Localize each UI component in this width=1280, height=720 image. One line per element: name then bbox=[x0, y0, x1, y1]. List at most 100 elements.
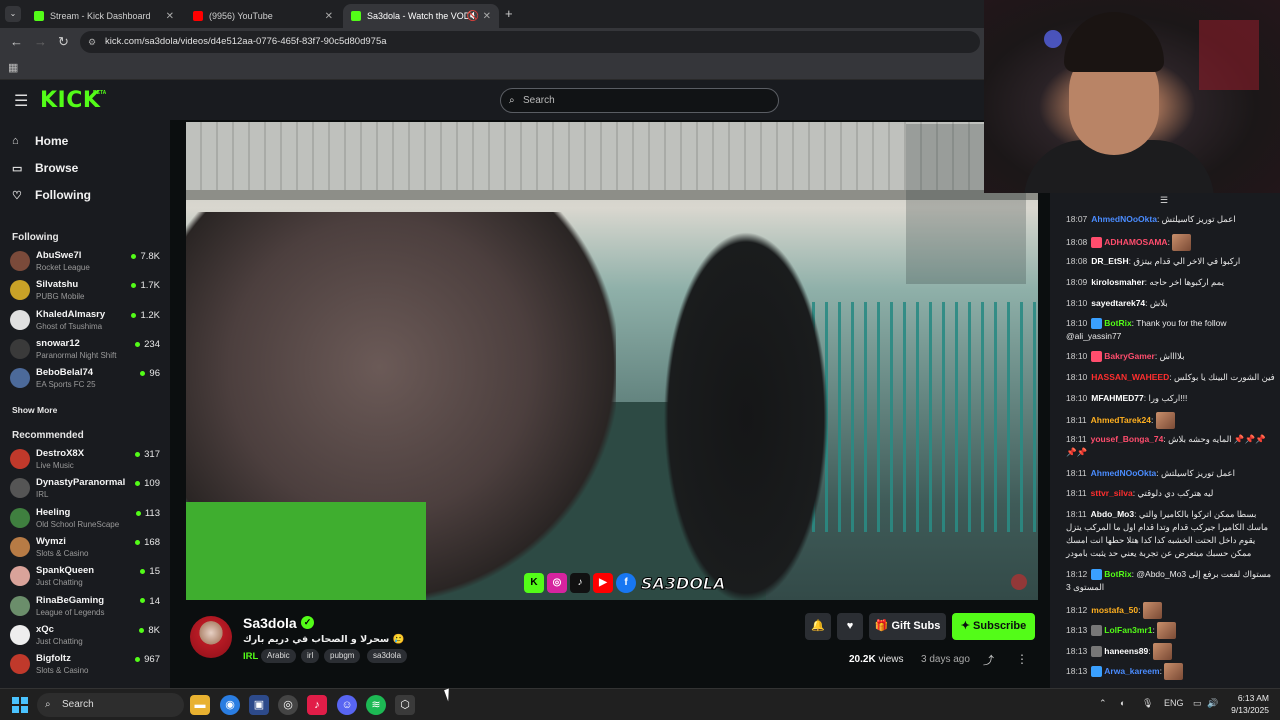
chat-username[interactable]: BotRix bbox=[1104, 318, 1131, 328]
reload-icon[interactable]: ↻ bbox=[58, 34, 69, 50]
chat-username[interactable]: sayedtarek74 bbox=[1091, 298, 1145, 308]
chat-username[interactable]: haneens89 bbox=[1104, 646, 1148, 656]
follow-heart-button[interactable]: ♥ bbox=[837, 613, 863, 640]
chat-username[interactable]: AhmedTarek24 bbox=[1091, 415, 1151, 425]
taskbar-search-label: Search bbox=[62, 699, 94, 710]
url-field[interactable]: ⚙ kick.com/sa3dola/videos/d4e512aa-0776-… bbox=[80, 31, 980, 53]
chat-scrollbar[interactable] bbox=[1275, 193, 1279, 688]
chat-username[interactable]: sttvr_silva bbox=[1091, 488, 1133, 498]
chat-username[interactable]: MFAHMED77 bbox=[1091, 393, 1143, 403]
forward-icon[interactable]: → bbox=[34, 34, 47, 49]
menu-icon[interactable]: ☰ bbox=[14, 91, 28, 111]
sidebar-channel[interactable]: Wymzi Slots & Casino 168 bbox=[10, 534, 160, 562]
sidebar-channel[interactable]: RinaBeGaming League of Legends 14 bbox=[10, 593, 160, 621]
video-player[interactable]: K ◎ ♪ ▶ f SA3DOLA bbox=[186, 122, 1038, 600]
network-icon[interactable]: ▭ bbox=[1193, 698, 1202, 709]
chat-username[interactable]: BotRix bbox=[1104, 569, 1131, 579]
chat-separator: : bbox=[1150, 414, 1156, 425]
show-more-button[interactable]: Show More bbox=[12, 405, 57, 415]
share-icon[interactable]: ⤴ bbox=[983, 652, 994, 668]
chat-username[interactable]: yousef_Bonga_74 bbox=[1091, 434, 1164, 444]
sidebar-channel[interactable]: BeboBelal74 EA Sports FC 25 96 bbox=[10, 365, 160, 393]
channel-category: Just Chatting bbox=[36, 578, 83, 588]
apps-grid-icon[interactable]: ▦ bbox=[8, 61, 18, 74]
sidebar-channel[interactable]: KhaledAlmasry Ghost of Tsushima 1.2K bbox=[10, 307, 160, 335]
chat-timestamp: 18:13 bbox=[1066, 624, 1088, 635]
site-info-icon[interactable]: ⚙ bbox=[88, 31, 96, 53]
tag-chip[interactable]: pubgm bbox=[324, 649, 361, 663]
sidebar-channel[interactable]: xQc Just Chatting 8K bbox=[10, 622, 160, 650]
chat-username[interactable]: ADHAMOSAMA bbox=[1104, 237, 1167, 247]
discord-icon[interactable]: ☺ bbox=[337, 695, 357, 715]
kick-logo[interactable]: KICK bbox=[40, 88, 100, 113]
tab-sa3dola-vod[interactable]: Sa3dola - Watch the VOD o 🔇 ✕ bbox=[343, 4, 499, 28]
tag-chip[interactable]: Arabic bbox=[261, 649, 296, 663]
sidebar-channel[interactable]: SpankQueen Just Chatting 15 bbox=[10, 563, 160, 591]
back-icon[interactable]: ← bbox=[10, 34, 23, 49]
spotify-icon[interactable]: ≋ bbox=[366, 695, 386, 715]
sidebar-channel[interactable]: DynastyParanormal IRL 109 bbox=[10, 475, 160, 503]
chat-username[interactable]: LolFan3mr1 bbox=[1104, 625, 1152, 635]
sidebar-channel[interactable]: AbuSwe7l Rocket League 7.8K bbox=[10, 248, 160, 276]
chat-text: ليه هتركب دي دلوقتي bbox=[1137, 488, 1214, 498]
chat-username[interactable]: Arwa_kareem bbox=[1104, 666, 1159, 676]
avatar bbox=[10, 309, 30, 330]
notification-bell-button[interactable]: 🔔 bbox=[805, 613, 831, 640]
tab-search-icon[interactable]: ⌄ bbox=[5, 6, 21, 22]
tab-kick-dashboard[interactable]: Stream - Kick Dashboard ✕ bbox=[26, 4, 182, 28]
language-indicator[interactable]: ENG bbox=[1164, 698, 1184, 708]
mute-icon[interactable]: 🔇 bbox=[467, 11, 479, 22]
windows-start-icon[interactable] bbox=[12, 697, 28, 713]
chat-filter-icon[interactable]: ☰ bbox=[1160, 195, 1168, 206]
search-input[interactable]: ⌕ Search bbox=[500, 88, 779, 113]
chat-message: 18:08 ADHAMOSAMA: bbox=[1066, 234, 1276, 251]
chat-username[interactable]: kirolosmaher bbox=[1091, 277, 1144, 287]
file-explorer-icon[interactable]: ▬ bbox=[190, 695, 210, 715]
chrome-icon[interactable]: ◉ bbox=[220, 695, 240, 715]
new-tab-icon[interactable]: + bbox=[505, 6, 513, 21]
chat-username[interactable]: mostafa_50 bbox=[1091, 605, 1138, 615]
sidebar-channel[interactable]: Silvatshu PUBG Mobile 1.7K bbox=[10, 277, 160, 305]
sidebar-channel[interactable]: Bigfoltz Slots & Casino 967 bbox=[10, 651, 160, 679]
close-icon[interactable]: ✕ bbox=[483, 11, 491, 22]
sidebar-item-home[interactable]: ⌂ Home bbox=[12, 134, 68, 148]
video-editor-icon[interactable]: ▣ bbox=[249, 695, 269, 715]
viewer-count-text: 317 bbox=[144, 449, 160, 460]
chat-text: اركب ورا!!! bbox=[1148, 393, 1188, 403]
clock-date[interactable]: 9/13/2025 bbox=[1215, 705, 1269, 715]
video-corner-badge-icon bbox=[1011, 574, 1027, 590]
subscribe-button[interactable]: ✦ Subscribe bbox=[952, 613, 1035, 640]
sidebar-channel[interactable]: Heeling Old School RuneScape 113 bbox=[10, 505, 160, 533]
sidebar-channel[interactable]: DestroX8X Live Music 317 bbox=[10, 446, 160, 474]
taskbar-search-input[interactable]: ⌕ Search bbox=[37, 693, 184, 717]
category-link[interactable]: IRL bbox=[243, 651, 258, 662]
close-icon[interactable]: ✕ bbox=[166, 11, 174, 22]
chat-text: بلااااش bbox=[1159, 351, 1185, 361]
microphone-icon[interactable]: 🎙 bbox=[1142, 698, 1153, 709]
avatar[interactable] bbox=[190, 616, 232, 658]
tag-chip[interactable]: irl bbox=[301, 649, 320, 663]
capcut-icon[interactable]: ♪ bbox=[307, 695, 327, 715]
more-options-icon[interactable]: ⋮ bbox=[1016, 652, 1028, 666]
tag-chip[interactable]: sa3dola bbox=[367, 649, 408, 663]
sidebar-item-following[interactable]: ♡ Following bbox=[12, 188, 91, 202]
clock-time[interactable]: 6:13 AM bbox=[1225, 693, 1269, 703]
chat-username[interactable]: AhmedNOoOkta bbox=[1091, 214, 1157, 224]
chat-username[interactable]: HASSAN_WAHEED bbox=[1091, 372, 1169, 382]
tray-overflow-icon[interactable]: ⌃ bbox=[1099, 698, 1107, 709]
streamer-name[interactable]: Sa3dola bbox=[243, 615, 297, 631]
close-icon[interactable]: ✕ bbox=[325, 11, 333, 22]
tray-app-icon[interactable]: ◐ bbox=[1120, 698, 1125, 708]
app-icon[interactable]: ⬡ bbox=[395, 695, 415, 715]
gift-icon: 🎁 bbox=[874, 620, 889, 632]
chat-username[interactable]: AhmedNOoOkta bbox=[1091, 468, 1157, 478]
chat-username[interactable]: DR_EtSH bbox=[1091, 256, 1128, 266]
gift-subs-button[interactable]: 🎁 Gift Subs bbox=[869, 613, 946, 640]
sidebar-channel[interactable]: snowar12 Paranormal Night Shift 234 bbox=[10, 336, 160, 364]
chat-username[interactable]: BakryGamer bbox=[1104, 351, 1155, 361]
home-icon: ⌂ bbox=[12, 135, 19, 147]
tab-youtube[interactable]: (9956) YouTube ✕ bbox=[185, 4, 341, 28]
obs-icon[interactable]: ◎ bbox=[278, 695, 298, 715]
sidebar-item-browse[interactable]: ▭ Browse bbox=[12, 161, 78, 175]
chat-username[interactable]: Abdo_Mo3 bbox=[1091, 509, 1134, 519]
